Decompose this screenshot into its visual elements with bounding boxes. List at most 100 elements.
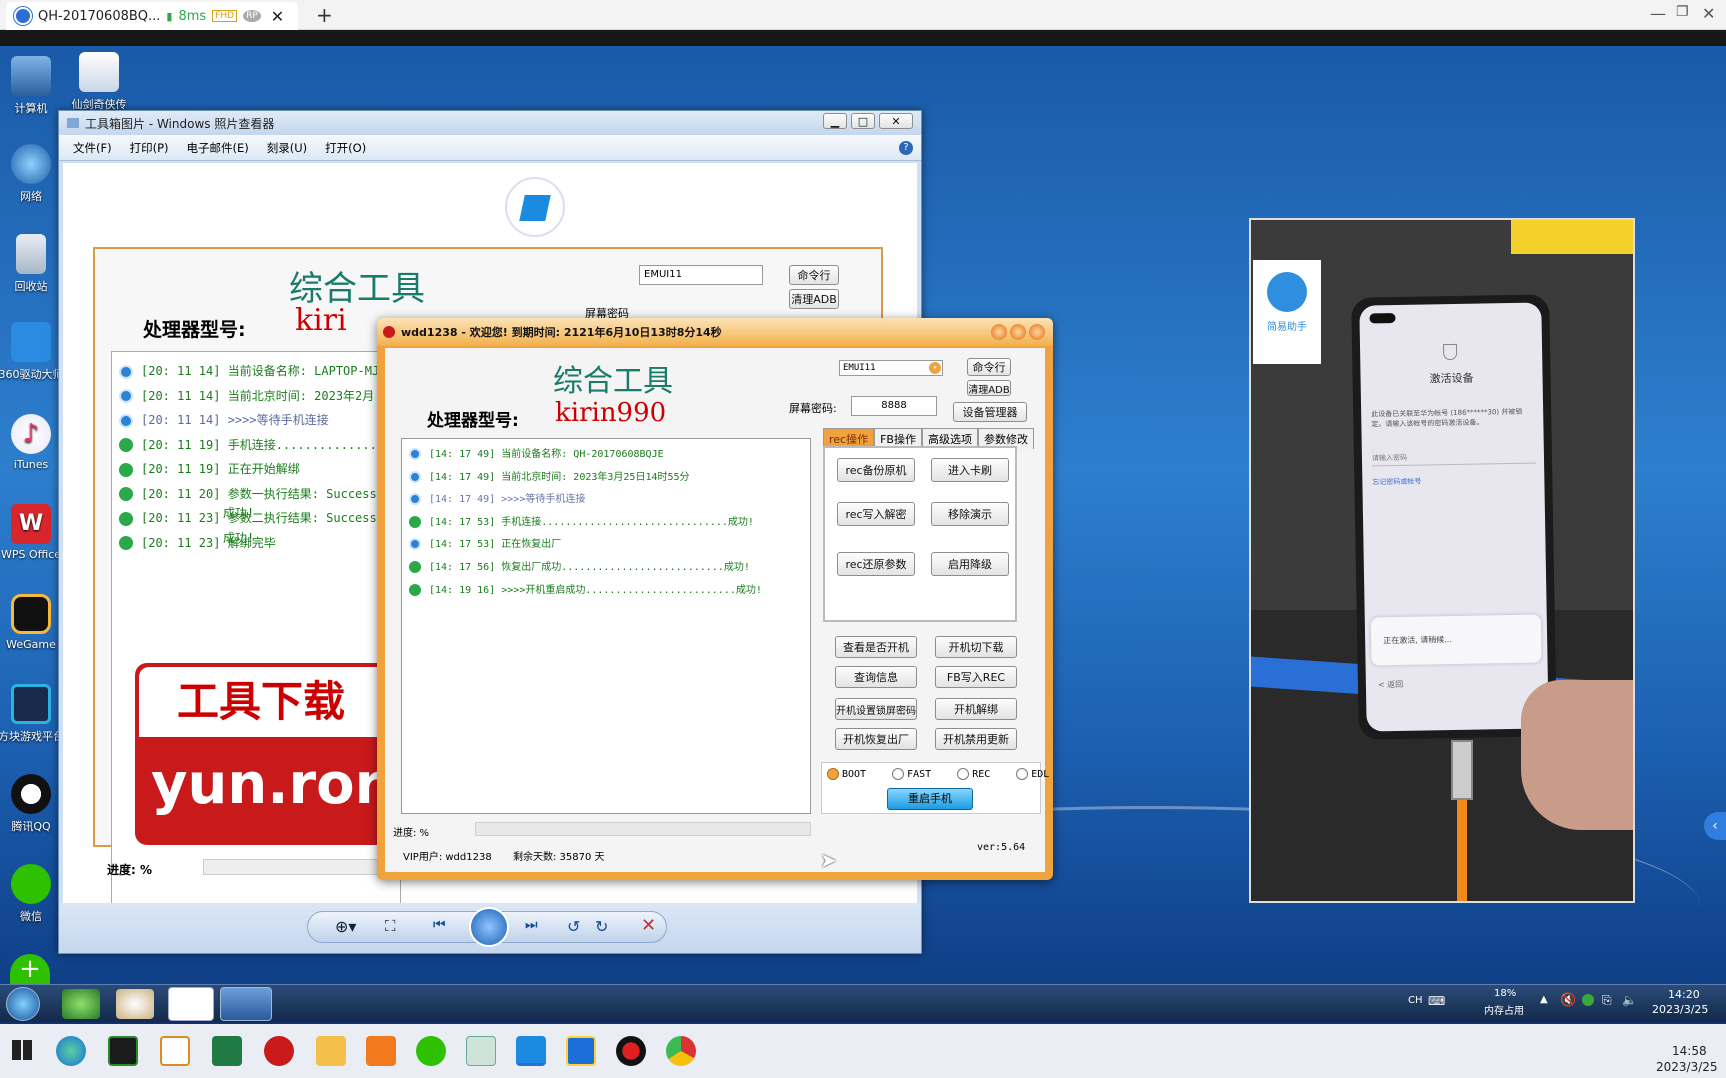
taskbar-huawei-tool-button[interactable]: [264, 1036, 294, 1066]
taskbar-huawei-button[interactable]: [168, 987, 214, 1021]
menu-email[interactable]: 电子邮件(E): [187, 140, 249, 156]
viewer-close-button[interactable]: ✕: [879, 113, 913, 129]
desktop-icon-game[interactable]: 仙剑奇侠传: [64, 52, 134, 112]
fb-write-rec-button[interactable]: FB写入REC: [935, 666, 1017, 688]
taskbar-chrome-button[interactable]: [666, 1036, 696, 1066]
volume-muted-icon[interactable]: 🔇: [1560, 993, 1576, 1008]
pwd-input[interactable]: 8888: [851, 396, 937, 416]
tool-close-button[interactable]: [1029, 324, 1045, 340]
back-link[interactable]: < 返回: [1378, 679, 1403, 690]
enable-downgrade-button[interactable]: 启用降级: [931, 552, 1009, 576]
enter-flash-button[interactable]: 进入卡刷: [931, 458, 1009, 482]
desktop-icon-block-game[interactable]: 方块游戏平台: [0, 684, 66, 744]
reboot-button[interactable]: 重启手机: [887, 788, 973, 810]
close-tab-icon[interactable]: ✕: [271, 7, 284, 26]
taskbar-s-app-button[interactable]: [366, 1036, 396, 1066]
check-boot-button[interactable]: 查看是否开机: [835, 636, 917, 658]
previous-icon[interactable]: ⏮: [433, 917, 446, 933]
tool-maximize-button[interactable]: [1010, 324, 1026, 340]
restore-icon[interactable]: ❐: [1676, 4, 1689, 20]
minimize-icon[interactable]: —: [1650, 4, 1666, 23]
new-tab-button[interactable]: +: [316, 3, 333, 27]
side-expand-button[interactable]: ‹: [1704, 812, 1726, 840]
set-lock-password-button[interactable]: 开机设置锁屏密码: [835, 698, 917, 720]
desktop-icon-recycle[interactable]: 回收站: [0, 234, 66, 294]
factory-reset-button[interactable]: 开机恢复出厂: [835, 728, 917, 750]
success-icon: [409, 583, 421, 596]
taskbar-excel-button[interactable]: [212, 1036, 242, 1066]
remove-demo-button[interactable]: 移除演示: [931, 502, 1009, 526]
desktop-icon-qq[interactable]: 腾讯QQ: [0, 774, 66, 834]
taskbar-ie-button[interactable]: [62, 989, 100, 1019]
network-tray-icon[interactable]: [1582, 994, 1594, 1006]
network-status-icon[interactable]: ⎘: [1602, 993, 1612, 1008]
desktop-icon-network[interactable]: 网络: [0, 144, 66, 204]
viewer-maximize-button[interactable]: □: [851, 113, 875, 129]
taskbar-r-app-button[interactable]: [566, 1036, 596, 1066]
taskbar-tool-button[interactable]: [466, 1036, 496, 1066]
fit-window-icon[interactable]: ⛶: [385, 917, 396, 935]
rotate-right-icon[interactable]: ↻: [595, 917, 608, 936]
viewer-minimize-button[interactable]: ▁: [823, 113, 847, 129]
speaker-icon[interactable]: 🔈: [1622, 993, 1637, 1007]
taskbar-folder-button[interactable]: [316, 1036, 346, 1066]
user-icon: [14, 7, 32, 25]
desktop-icon-wechat[interactable]: 微信: [0, 864, 66, 924]
taskbar-app-button[interactable]: [160, 1036, 190, 1066]
recycle-bin-icon: [16, 234, 46, 274]
desktop-icon-360[interactable]: 360驱动大师: [0, 322, 66, 382]
cmd-button[interactable]: 命令行: [967, 358, 1011, 376]
menu-print[interactable]: 打印(P): [130, 140, 169, 156]
language-indicator[interactable]: CH: [1408, 995, 1423, 1006]
taskbar-remote-button[interactable]: [516, 1036, 546, 1066]
rom-dropdown[interactable]: EMUI11 ▾: [839, 360, 943, 376]
memory-percent: 18%: [1494, 988, 1517, 999]
menu-file[interactable]: 文件(F): [73, 140, 112, 156]
menu-burn[interactable]: 刻录(U): [267, 140, 307, 156]
desktop-icon-itunes[interactable]: ♪ iTunes: [0, 414, 66, 471]
zoom-icon[interactable]: ⊕▾: [335, 917, 356, 936]
taskbar-edge-button[interactable]: [56, 1036, 86, 1066]
rotate-left-icon[interactable]: ↺: [567, 917, 580, 936]
delete-icon[interactable]: ✕: [641, 915, 656, 936]
taskbar-record-button[interactable]: [616, 1036, 646, 1066]
rec-write-decrypt-button[interactable]: rec写入解密: [837, 502, 915, 526]
radio-rec[interactable]: REC: [957, 768, 990, 780]
desktop-icon-computer[interactable]: 计算机: [0, 56, 66, 116]
boot-to-download-button[interactable]: 开机切下载: [935, 636, 1017, 658]
info-icon: [409, 538, 421, 551]
keyboard-icon[interactable]: ⌨: [1428, 994, 1445, 1008]
tool-app-icon: [383, 326, 395, 338]
forgot-link[interactable]: 忘记密码或帐号: [1372, 477, 1421, 488]
device-manager-button[interactable]: 设备管理器: [953, 402, 1027, 422]
rec-restore-params-button[interactable]: rec还原参数: [837, 552, 915, 576]
next-icon[interactable]: ⏭: [525, 917, 538, 933]
windows-start-icon[interactable]: [12, 1040, 32, 1060]
clear-adb-button[interactable]: 清理ADB: [967, 380, 1011, 396]
slideshow-button[interactable]: [469, 907, 509, 947]
start-orb-button[interactable]: [6, 987, 40, 1021]
radio-edl[interactable]: EDL: [1016, 768, 1049, 780]
image-dropdown: EMUI11: [639, 265, 763, 285]
taskbar-paint-button[interactable]: [116, 989, 154, 1019]
password-field[interactable]: 请输入密码: [1371, 450, 1537, 467]
taskbar-photo-viewer-button[interactable]: [220, 987, 272, 1021]
taskbar-monitor-button[interactable]: [108, 1036, 138, 1066]
log-line: [14: 17 56] 恢复出厂成功......................…: [409, 557, 809, 580]
unbind-button[interactable]: 开机解绑: [935, 698, 1017, 720]
tool-minimize-button[interactable]: [991, 324, 1007, 340]
tray-arrow-icon[interactable]: ▲: [1540, 994, 1548, 1005]
radio-boot[interactable]: BOOT: [827, 768, 866, 780]
query-info-button[interactable]: 查询信息: [835, 666, 917, 688]
help-icon[interactable]: ?: [899, 140, 913, 155]
disable-update-button[interactable]: 开机禁用更新: [935, 728, 1017, 750]
rec-backup-button[interactable]: rec备份原机: [837, 458, 915, 482]
usb-cable: [1451, 740, 1473, 800]
close-icon[interactable]: ✕: [1702, 4, 1715, 23]
radio-fast[interactable]: FAST: [892, 768, 931, 780]
desktop-icon-wps[interactable]: W WPS Office: [0, 504, 66, 561]
desktop-icon-wegame[interactable]: WeGame: [0, 594, 66, 651]
session-tab[interactable]: QH-20170608BQ... ▮ 8ms FHD RP ✕: [6, 2, 298, 30]
taskbar-wechat-button[interactable]: [416, 1036, 446, 1066]
menu-open[interactable]: 打开(O): [325, 140, 366, 156]
